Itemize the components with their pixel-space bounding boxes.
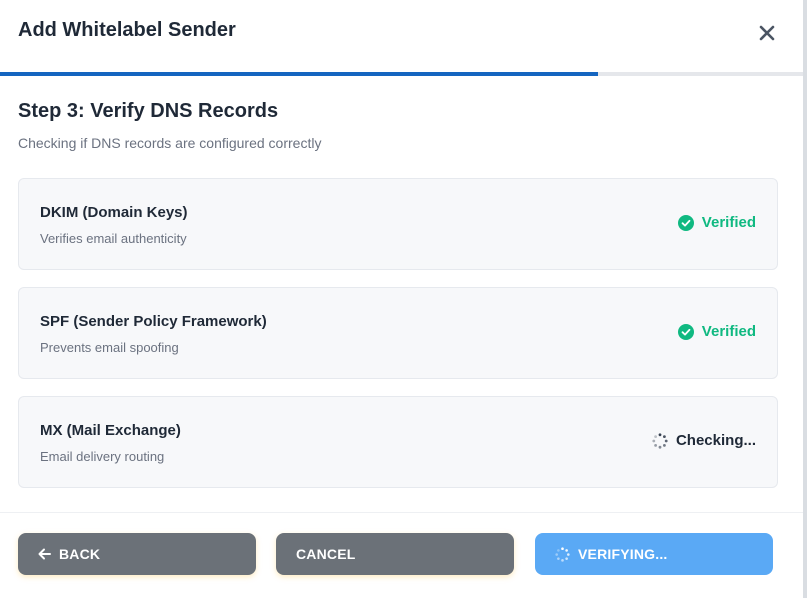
- record-name: SPF (Sender Policy Framework): [40, 313, 267, 330]
- record-status: Verified: [677, 214, 756, 231]
- record-description: Prevents email spoofing: [40, 340, 179, 355]
- spinner-icon: [555, 546, 570, 562]
- footer-divider: [0, 512, 803, 513]
- arrow-left-icon: [38, 548, 51, 560]
- progress-bar-fill: [0, 72, 599, 76]
- record-name: MX (Mail Exchange): [40, 422, 181, 439]
- record-name: DKIM (Domain Keys): [40, 204, 188, 221]
- spinner-icon: [652, 432, 668, 449]
- dialog-title: Add Whitelabel Sender: [18, 19, 236, 41]
- close-icon: [758, 24, 776, 42]
- add-whitelabel-sender-dialog: Add Whitelabel Sender Step 3: Verify DNS…: [0, 0, 803, 598]
- scrollbar-track: [803, 0, 807, 598]
- record-status-label: Verified: [701, 214, 756, 231]
- dns-record-dkim: DKIM (Domain Keys) Verifies email authen…: [18, 178, 778, 270]
- dialog-header: Add Whitelabel Sender: [0, 0, 803, 72]
- verify-button[interactable]: VERIFYING...: [535, 533, 773, 575]
- cancel-button[interactable]: CANCEL: [276, 533, 514, 575]
- record-description: Verifies email authenticity: [40, 231, 187, 246]
- record-status-label: Checking...: [675, 432, 756, 449]
- back-button-label: BACK: [59, 546, 101, 562]
- close-button[interactable]: [752, 18, 782, 48]
- dns-record-mx: MX (Mail Exchange) Email delivery routin…: [18, 396, 778, 488]
- step-title: Step 3: Verify DNS Records: [18, 100, 279, 122]
- back-button[interactable]: BACK: [18, 533, 256, 575]
- record-status-label: Verified: [701, 323, 756, 340]
- progress-bar: [0, 72, 803, 76]
- record-status: Checking...: [652, 432, 756, 449]
- record-status: Verified: [677, 323, 756, 340]
- step-subtitle: Checking if DNS records are configured c…: [18, 135, 322, 151]
- check-circle-icon: [677, 214, 694, 231]
- dns-record-spf: SPF (Sender Policy Framework) Prevents e…: [18, 287, 778, 379]
- verify-button-label: VERIFYING...: [578, 546, 668, 562]
- cancel-button-label: CANCEL: [296, 546, 356, 562]
- record-description: Email delivery routing: [40, 449, 165, 464]
- check-circle-icon: [677, 323, 694, 340]
